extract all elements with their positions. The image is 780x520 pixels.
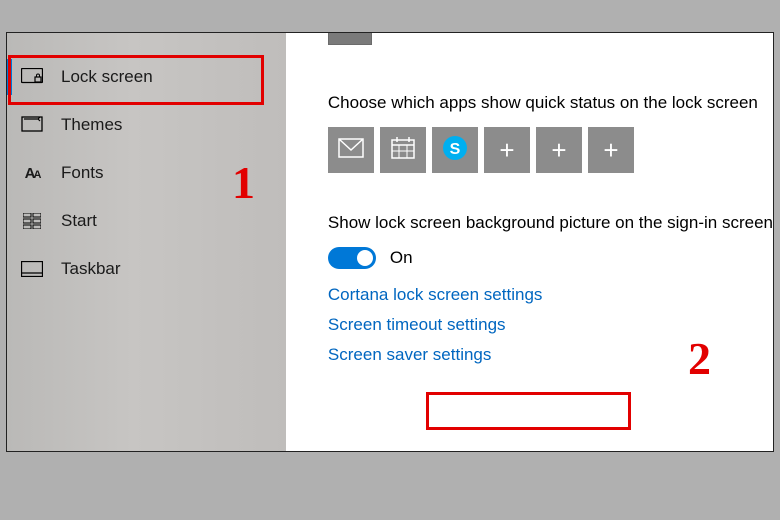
calendar-icon [391, 137, 415, 164]
taskbar-icon [21, 259, 43, 279]
quick-status-tile-add[interactable]: + [536, 127, 582, 173]
sidebar-item-start[interactable]: Start [7, 197, 286, 245]
main-panel: Choose which apps show quick status on t… [286, 33, 773, 451]
plus-icon: + [499, 135, 514, 166]
bg-picture-toggle[interactable] [328, 247, 376, 269]
fonts-icon: AA [21, 163, 43, 183]
sidebar-item-label: Fonts [61, 163, 104, 183]
settings-window: Lock screen Themes AA Fonts Start Taskba… [6, 32, 774, 452]
skype-icon: S [441, 134, 469, 167]
quick-status-tile-mail[interactable] [328, 127, 374, 173]
link-screen-saver[interactable]: Screen saver settings [328, 345, 773, 365]
sidebar-item-label: Taskbar [61, 259, 121, 279]
link-screen-timeout[interactable]: Screen timeout settings [328, 315, 773, 335]
quick-status-tile-add[interactable]: + [588, 127, 634, 173]
quick-status-tile-skype[interactable]: S [432, 127, 478, 173]
sidebar-item-taskbar[interactable]: Taskbar [7, 245, 286, 293]
quick-status-label: Choose which apps show quick status on t… [328, 93, 773, 113]
link-cortana-settings[interactable]: Cortana lock screen settings [328, 285, 773, 305]
quick-status-tiles: S + + + [328, 127, 773, 173]
quick-status-tile-calendar[interactable] [380, 127, 426, 173]
quick-status-tile-add[interactable]: + [484, 127, 530, 173]
sidebar: Lock screen Themes AA Fonts Start Taskba… [7, 33, 286, 451]
toggle-state-label: On [390, 248, 413, 268]
sidebar-item-label: Start [61, 211, 97, 231]
bg-picture-label: Show lock screen background picture on t… [328, 213, 773, 233]
plus-icon: + [551, 135, 566, 166]
sidebar-item-lock-screen[interactable]: Lock screen [7, 53, 286, 101]
sidebar-item-themes[interactable]: Themes [7, 101, 286, 149]
lock-screen-icon [21, 67, 43, 87]
sidebar-item-label: Themes [61, 115, 122, 135]
sidebar-item-label: Lock screen [61, 67, 153, 87]
plus-icon: + [603, 135, 618, 166]
bg-picture-toggle-row: On [328, 247, 773, 269]
mail-icon [338, 138, 364, 163]
sidebar-item-fonts[interactable]: AA Fonts [7, 149, 286, 197]
svg-text:S: S [450, 141, 461, 158]
toggle-knob [357, 250, 373, 266]
start-icon [21, 211, 43, 231]
themes-icon [21, 115, 43, 135]
background-preview-tile[interactable] [328, 32, 372, 45]
